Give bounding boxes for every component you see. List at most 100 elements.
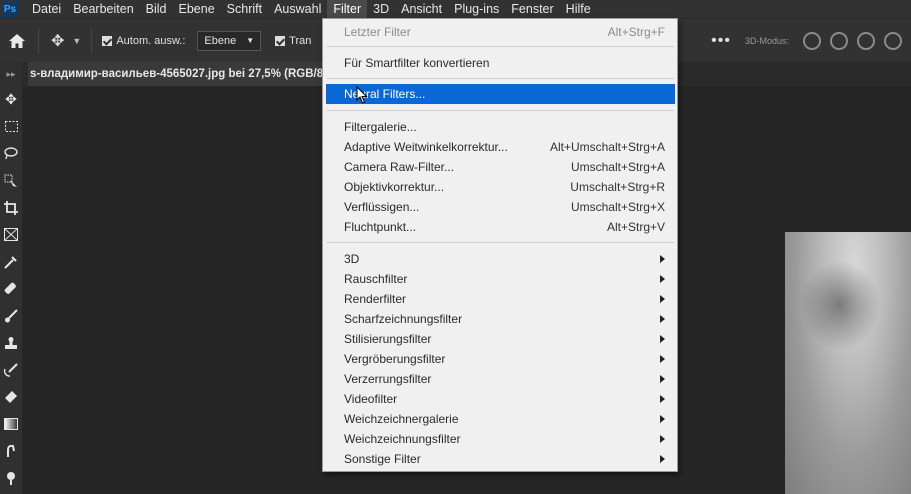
- more-options-icon[interactable]: •••: [711, 32, 731, 50]
- auto-select-label: Autom. ausw.:: [116, 34, 186, 47]
- menu-ebene[interactable]: Ebene: [173, 0, 221, 18]
- menu-ansicht[interactable]: Ansicht: [395, 0, 448, 18]
- menu-item-filtergalerie[interactable]: Filtergalerie...: [326, 117, 675, 137]
- menu-item-camera-raw[interactable]: Camera Raw-Filter... Umschalt+Strg+A: [326, 157, 675, 177]
- submenu-renderfilter[interactable]: Renderfilter: [326, 289, 675, 309]
- menubar: Ps Datei Bearbeiten Bild Ebene Schrift A…: [0, 0, 911, 18]
- tools-panel: ✥: [0, 86, 22, 494]
- toolbar-collapse-icon[interactable]: ▸▸: [0, 62, 22, 86]
- menu-item-label: Vergröberungsfilter: [344, 352, 446, 366]
- dodge-tool-icon[interactable]: [0, 464, 22, 491]
- submenu-weichzeichnungsfilter[interactable]: Weichzeichnungsfilter: [326, 429, 675, 449]
- submenu-3d[interactable]: 3D: [326, 249, 675, 269]
- menu-item-label: Verzerrungsfilter: [344, 372, 432, 386]
- menu-item-shortcut: Umschalt+Strg+R: [570, 180, 665, 194]
- smudge-tool-icon[interactable]: [0, 437, 22, 464]
- filter-menu: Letzter Filter Alt+Strg+F Für Smartfilte…: [322, 18, 678, 472]
- chevron-down-icon: ▼: [246, 36, 255, 45]
- menu-item-shortcut: Alt+Strg+F: [607, 25, 665, 39]
- menu-filter[interactable]: Filter: [327, 0, 368, 18]
- auto-select-value: Ebene: [204, 34, 237, 47]
- chevron-down-icon[interactable]: ▼: [72, 36, 81, 46]
- menu-separator: [327, 110, 674, 111]
- menu-item-verfluessigen[interactable]: Verflüssigen... Umschalt+Strg+X: [326, 197, 675, 217]
- orbit-3d-icon[interactable]: [803, 32, 821, 50]
- menu-item-label: Stilisierungsfilter: [344, 332, 432, 346]
- submenu-verzerrungsfilter[interactable]: Verzerrungsfilter: [326, 369, 675, 389]
- submenu-videofilter[interactable]: Videofilter: [326, 389, 675, 409]
- menu-item-label: Weichzeichnergalerie: [344, 412, 459, 426]
- menu-item-adaptive-weitwinkel[interactable]: Adaptive Weitwinkelkorrektur... Alt+Umsc…: [326, 137, 675, 157]
- submenu-arrow-icon: [660, 375, 665, 383]
- menu-3d[interactable]: 3D: [367, 0, 395, 18]
- submenu-stilisierungsfilter[interactable]: Stilisierungsfilter: [326, 329, 675, 349]
- menu-bearbeiten[interactable]: Bearbeiten: [67, 0, 139, 18]
- move-tool-icon[interactable]: ✥: [0, 86, 22, 113]
- menu-fenster[interactable]: Fenster: [505, 0, 559, 18]
- menu-item-label: Objektivkorrektur...: [344, 180, 445, 194]
- submenu-rauschfilter[interactable]: Rauschfilter: [326, 269, 675, 289]
- menu-item-label: Weichzeichnungsfilter: [344, 432, 461, 446]
- menu-item-neural-filters[interactable]: Neural Filters...: [326, 84, 675, 104]
- marquee-tool-icon[interactable]: [0, 113, 22, 140]
- brush-tool-icon[interactable]: [0, 302, 22, 329]
- auto-select-checkbox[interactable]: [102, 35, 113, 46]
- menu-auswahl[interactable]: Auswahl: [268, 0, 327, 18]
- transform-checkbox[interactable]: [275, 35, 286, 46]
- menu-bild[interactable]: Bild: [140, 0, 173, 18]
- eraser-tool-icon[interactable]: [0, 383, 22, 410]
- menu-hilfe[interactable]: Hilfe: [560, 0, 597, 18]
- auto-select-dropdown[interactable]: Ebene ▼: [197, 30, 262, 51]
- object-selection-tool-icon[interactable]: [0, 167, 22, 194]
- image-detail: [800, 260, 880, 350]
- submenu-arrow-icon: [660, 395, 665, 403]
- healing-brush-tool-icon[interactable]: [0, 275, 22, 302]
- menu-item-label: 3D: [344, 252, 360, 266]
- submenu-vergroeberungsfilter[interactable]: Vergröberungsfilter: [326, 349, 675, 369]
- menu-item-objektivkorrektur[interactable]: Objektivkorrektur... Umschalt+Strg+R: [326, 177, 675, 197]
- menu-item-label: Für Smartfilter konvertieren: [344, 56, 490, 70]
- home-icon[interactable]: [6, 30, 28, 52]
- menu-item-label: Letzter Filter: [344, 25, 411, 39]
- pan-3d-icon[interactable]: [857, 32, 875, 50]
- slide-3d-icon[interactable]: [884, 32, 902, 50]
- gradient-tool-icon[interactable]: [0, 410, 22, 437]
- menu-item-shortcut: Alt+Umschalt+Strg+A: [549, 140, 665, 154]
- options-right: ••• 3D-Modus:: [711, 19, 911, 63]
- submenu-weichzeichnergalerie[interactable]: Weichzeichnergalerie: [326, 409, 675, 429]
- move-tool-icon[interactable]: ✥: [51, 31, 64, 51]
- mouse-cursor-icon: [356, 86, 368, 104]
- submenu-sonstige-filter[interactable]: Sonstige Filter: [326, 449, 675, 469]
- menu-separator: [327, 78, 674, 79]
- submenu-arrow-icon: [660, 275, 665, 283]
- history-brush-tool-icon[interactable]: [0, 356, 22, 383]
- document-tab[interactable]: s-владимир-васильев-4565027.jpg bei 27,5…: [28, 62, 334, 86]
- menu-item-label: Neural Filters...: [344, 87, 426, 101]
- menu-item-label: Rauschfilter: [344, 272, 408, 286]
- menu-item-last-filter: Letzter Filter Alt+Strg+F: [326, 22, 675, 42]
- submenu-scharfzeichnungsfilter[interactable]: Scharfzeichnungsfilter: [326, 309, 675, 329]
- eyedropper-tool-icon[interactable]: [0, 248, 22, 275]
- menu-item-smart-filter[interactable]: Für Smartfilter konvertieren: [326, 53, 675, 73]
- menu-item-label: Renderfilter: [344, 292, 407, 306]
- submenu-arrow-icon: [660, 315, 665, 323]
- divider: [91, 27, 93, 54]
- submenu-arrow-icon: [660, 335, 665, 343]
- menu-schrift[interactable]: Schrift: [221, 0, 268, 18]
- frame-tool-icon[interactable]: [0, 221, 22, 248]
- photoshop-logo[interactable]: Ps: [2, 1, 18, 17]
- clone-stamp-tool-icon[interactable]: [0, 329, 22, 356]
- menu-item-fluchtpunkt[interactable]: Fluchtpunkt... Alt+Strg+V: [326, 217, 675, 237]
- menu-item-shortcut: Alt+Strg+V: [606, 220, 665, 234]
- roll-3d-icon[interactable]: [830, 32, 848, 50]
- menu-item-shortcut: Umschalt+Strg+A: [570, 160, 665, 174]
- submenu-arrow-icon: [660, 415, 665, 423]
- menu-item-shortcut: Umschalt+Strg+X: [570, 200, 665, 214]
- menu-datei[interactable]: Datei: [26, 0, 67, 18]
- submenu-arrow-icon: [660, 255, 665, 263]
- menu-plugins[interactable]: Plug-ins: [448, 0, 505, 18]
- lasso-tool-icon[interactable]: [0, 140, 22, 167]
- menu-item-label: Videofilter: [344, 392, 398, 406]
- crop-tool-icon[interactable]: [0, 194, 22, 221]
- document-title: s-владимир-васильев-4565027.jpg bei 27,5…: [30, 68, 324, 80]
